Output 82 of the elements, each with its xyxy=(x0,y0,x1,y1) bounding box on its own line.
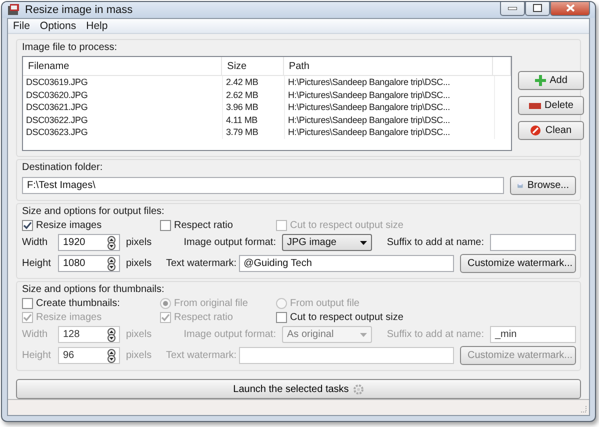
minus-icon xyxy=(528,102,541,108)
no-entry-icon xyxy=(530,125,542,136)
watermark-label: Text watermark: xyxy=(166,350,237,361)
close-icon xyxy=(566,4,574,12)
checkbox-label: Respect ratio xyxy=(174,312,233,323)
watermark-field[interactable]: @Guiding Tech xyxy=(238,255,454,272)
close-button[interactable] xyxy=(550,2,590,16)
delete-button[interactable]: Delete xyxy=(518,96,584,115)
menu-item[interactable]: Options xyxy=(36,20,80,32)
table-cell: DSC03621.JPG xyxy=(23,101,223,114)
table-cell: H:\Pictures\Sandeep Bangalore trip\DSC... xyxy=(285,76,495,88)
format-label: Image output format: xyxy=(182,237,276,248)
height-label: Height xyxy=(22,258,52,269)
caret-icon xyxy=(360,332,367,336)
checkbox-label: Cut to respect output size xyxy=(290,220,404,231)
caret-icon xyxy=(360,240,367,244)
table-cell: 2.62 MB xyxy=(223,88,285,101)
checkmark-icon xyxy=(23,221,32,230)
maximize-button[interactable] xyxy=(525,2,550,16)
group-title: Size and options for thumbnails: xyxy=(22,284,166,295)
table-cell: DSC03622.JPG xyxy=(23,114,223,126)
add-button[interactable]: Add xyxy=(518,71,584,90)
watermark-label: Text watermark: xyxy=(166,258,237,269)
checkbox-label: Resize images xyxy=(36,312,102,323)
table-cell: H:\Pictures\Sandeep Bangalore trip\DSC... xyxy=(285,101,495,114)
table-cell: 3.79 MB xyxy=(223,126,285,138)
table-cell: 4.11 MB xyxy=(223,114,285,126)
browse-button[interactable]: Browse... xyxy=(510,176,576,195)
table-cell: DSC03623.JPG xyxy=(23,126,223,138)
gear-icon xyxy=(352,384,364,394)
minimize-button[interactable] xyxy=(500,2,525,16)
column-header[interactable]: Size xyxy=(222,57,284,75)
width-label: Width xyxy=(22,237,49,248)
unit-label: pixels xyxy=(126,329,153,340)
suffix-label: Suffix to add at name: xyxy=(386,237,484,248)
column-header[interactable]: Path xyxy=(284,57,494,75)
table-cell: 3.96 MB xyxy=(223,101,285,114)
format-label: Image output format: xyxy=(182,329,276,340)
suffix-label: Suffix to add at name: xyxy=(386,329,484,340)
checkbox[interactable] xyxy=(160,220,171,231)
checkbox-label: Resize images xyxy=(36,220,102,231)
checkmark-icon xyxy=(23,313,32,322)
plus-icon xyxy=(534,75,546,86)
checkbox-label: Cut to respect output size xyxy=(290,312,404,323)
number-spinbox[interactable]: 1920 xyxy=(58,234,120,251)
window-title: Resize image in mass xyxy=(25,4,134,16)
number-spinbox[interactable]: 1080 xyxy=(58,255,120,272)
unit-label: pixels xyxy=(126,350,153,361)
table-cell: DSC03619.JPG xyxy=(23,76,223,88)
checkbox[interactable] xyxy=(22,220,33,231)
menu-item[interactable]: Help xyxy=(82,20,112,32)
group-title: Size and options for output files: xyxy=(22,206,166,217)
app-icon xyxy=(7,4,20,16)
format-dropdown[interactable]: JPG image xyxy=(282,234,372,251)
resize-grip-icon[interactable] xyxy=(579,405,587,413)
suffix-field[interactable] xyxy=(490,234,576,251)
menu-item[interactable]: File xyxy=(9,20,34,32)
checkbox-label: Create thumbnails: xyxy=(36,298,120,309)
unit-label: pixels xyxy=(126,237,153,248)
checkmark-icon xyxy=(161,313,170,322)
radio-label: From output file xyxy=(290,298,360,309)
maximize-icon xyxy=(533,4,542,12)
spinner-arrows-icon[interactable] xyxy=(106,236,117,250)
width-label: Width xyxy=(22,329,49,340)
checkbox-label: Respect ratio xyxy=(174,220,233,231)
table-cell: H:\Pictures\Sandeep Bangalore trip\DSC... xyxy=(285,126,495,138)
group-title: Destination folder: xyxy=(22,162,104,173)
table-cell: H:\Pictures\Sandeep Bangalore trip\DSC... xyxy=(285,88,495,101)
height-label: Height xyxy=(22,350,52,361)
column-header[interactable]: Filename xyxy=(23,57,222,75)
minimize-icon xyxy=(508,6,517,10)
destination-field[interactable]: F:\Test Images\ xyxy=(22,177,504,194)
table-cell: 2.42 MB xyxy=(223,76,285,88)
launch-button[interactable]: Launch the selected tasks xyxy=(16,379,581,399)
table-cell: H:\Pictures\Sandeep Bangalore trip\DSC... xyxy=(285,114,495,126)
spinner-arrows-icon[interactable] xyxy=(106,256,117,270)
radio-label: From original file xyxy=(174,298,248,309)
unit-label: pixels xyxy=(126,258,153,269)
group-title: Image file to process: xyxy=(22,42,118,53)
customize-watermark-button[interactable]: Customize watermark... xyxy=(460,254,576,273)
clean-button[interactable]: Clean xyxy=(518,121,584,140)
table-cell: DSC03620.JPG xyxy=(23,88,223,101)
